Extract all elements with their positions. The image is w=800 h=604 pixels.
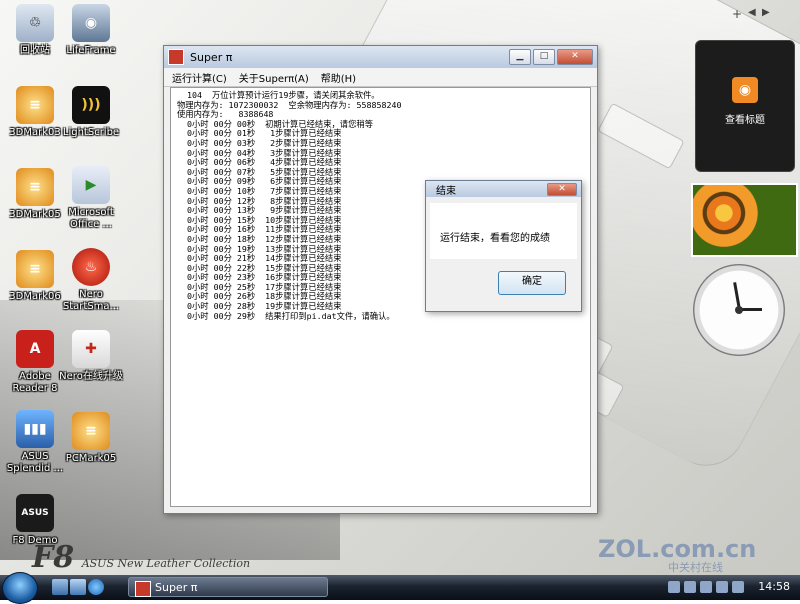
switch-windows-icon[interactable] bbox=[70, 579, 86, 595]
feed-headlines-gadget[interactable]: ◉ 查看标题 bbox=[695, 40, 795, 172]
desktop-icon-nero-startsmart[interactable]: ♨ Nero StartSma... bbox=[56, 248, 126, 313]
nero-update-icon: ✚ bbox=[72, 330, 110, 368]
lightscribe-icon: ))) bbox=[72, 86, 110, 124]
pcmark-icon: ≡ bbox=[72, 412, 110, 450]
sidebar-controls: + ◀ ▶ bbox=[692, 5, 792, 25]
internet-explorer-icon[interactable] bbox=[88, 579, 104, 595]
3dmark-icon: ≡ bbox=[16, 250, 54, 288]
start-button[interactable] bbox=[2, 572, 38, 604]
superpi-app-icon bbox=[168, 49, 184, 65]
clock-gadget[interactable] bbox=[693, 264, 785, 356]
show-desktop-icon[interactable] bbox=[52, 579, 68, 595]
desktop-icon-microsoft-office[interactable]: ▶ Microsoft Office ... bbox=[56, 166, 126, 231]
slideshow-gadget[interactable] bbox=[691, 183, 798, 257]
menu-run-calculation[interactable]: 运行计算(C) bbox=[172, 70, 227, 85]
desktop-icon-label: Microsoft Office ... bbox=[68, 207, 114, 230]
adobe-reader-icon: A bbox=[16, 330, 54, 368]
nero-flame-icon: ♨ bbox=[72, 248, 110, 286]
taskbar-clock[interactable]: 14:58 bbox=[758, 580, 790, 593]
taskbar-item-label: Super π bbox=[155, 581, 198, 594]
splendid-icon: ▮▮▮ bbox=[16, 410, 54, 448]
desktop-icon-label: F8 Demo bbox=[12, 535, 58, 546]
menu-about[interactable]: 关于Superπ(A) bbox=[239, 70, 309, 85]
chevron-right-icon[interactable]: ▶ bbox=[762, 7, 770, 18]
desktop-icon-pcmark05[interactable]: ≡ PCMark05 bbox=[56, 412, 126, 465]
superpi-taskbar-icon bbox=[135, 581, 151, 597]
dialog-title: 结束 bbox=[436, 185, 456, 197]
chevron-left-icon[interactable]: ◀ bbox=[748, 7, 756, 18]
desktop-icon-f8-demo[interactable]: ASUS F8 Demo bbox=[0, 494, 70, 547]
dialog-message: 运行结束，看看您的成绩 bbox=[440, 233, 550, 244]
add-gadget-icon[interactable]: + bbox=[732, 7, 742, 21]
network-icon[interactable] bbox=[684, 581, 696, 593]
ok-button[interactable]: 确定 bbox=[498, 271, 566, 295]
tray-app-icon[interactable] bbox=[732, 581, 744, 593]
rss-icon: ◉ bbox=[732, 77, 758, 103]
feed-gadget-label: 查看标题 bbox=[725, 115, 765, 126]
power-icon[interactable] bbox=[716, 581, 728, 593]
finish-dialog: 结束 ✕ 运行结束，看看您的成绩 确定 bbox=[425, 180, 582, 312]
clock-center bbox=[735, 306, 743, 314]
bluetooth-icon[interactable] bbox=[668, 581, 680, 593]
desktop-icon-label: PCMark05 bbox=[65, 453, 117, 464]
desktop-icon-label: Nero StartSma... bbox=[62, 289, 120, 312]
webcam-icon: ◉ bbox=[72, 4, 110, 42]
taskbar-item-superpi[interactable]: Super π bbox=[128, 577, 328, 597]
superpi-title: Super π bbox=[190, 50, 233, 64]
desktop-icon-label: LightScribe bbox=[62, 127, 120, 138]
maximize-button[interactable]: □ bbox=[533, 49, 555, 65]
desktop-icon-label: LifeFrame bbox=[66, 45, 116, 56]
recycle-bin-icon: ♲ bbox=[16, 4, 54, 42]
close-button[interactable]: ✕ bbox=[557, 49, 593, 65]
taskbar: Super π 14:58 bbox=[0, 572, 800, 604]
asus-logo-icon: ASUS bbox=[16, 494, 54, 532]
desktop-icon-nero-update[interactable]: ✚ Nero在线升级 bbox=[56, 330, 126, 383]
desktop-icon-lifeframe[interactable]: ◉ LifeFrame bbox=[56, 4, 126, 57]
log-line: 0小时 00分 29秒 结果打印到pi.dat文件，请确认。 bbox=[177, 310, 395, 321]
superpi-menubar: 运行计算(C) 关于Superπ(A) 帮助(H) bbox=[164, 68, 597, 87]
volume-icon[interactable] bbox=[700, 581, 712, 593]
3dmark-icon: ≡ bbox=[16, 86, 54, 124]
3dmark-icon: ≡ bbox=[16, 168, 54, 206]
watermark: ZOL.com.cn 中关村在线 bbox=[598, 535, 756, 575]
menu-help[interactable]: 帮助(H) bbox=[321, 70, 356, 85]
office-shortcut-icon: ▶ bbox=[72, 166, 110, 204]
desktop: F8 ASUS New Leather Collection ZOL.com.c… bbox=[0, 0, 800, 575]
superpi-titlebar[interactable]: Super π ▁ □ ✕ bbox=[164, 46, 597, 68]
minimize-button[interactable]: ▁ bbox=[509, 49, 531, 65]
system-tray: 14:58 bbox=[666, 577, 798, 597]
brand-collection: ASUS New Leather Collection bbox=[81, 557, 251, 570]
dialog-close-button[interactable]: ✕ bbox=[547, 182, 577, 196]
desktop-icon-label: Nero在线升级 bbox=[59, 371, 123, 382]
dialog-titlebar[interactable]: 结束 ✕ bbox=[426, 181, 581, 197]
desktop-icon-lightscribe[interactable]: ))) LightScribe bbox=[56, 86, 126, 139]
